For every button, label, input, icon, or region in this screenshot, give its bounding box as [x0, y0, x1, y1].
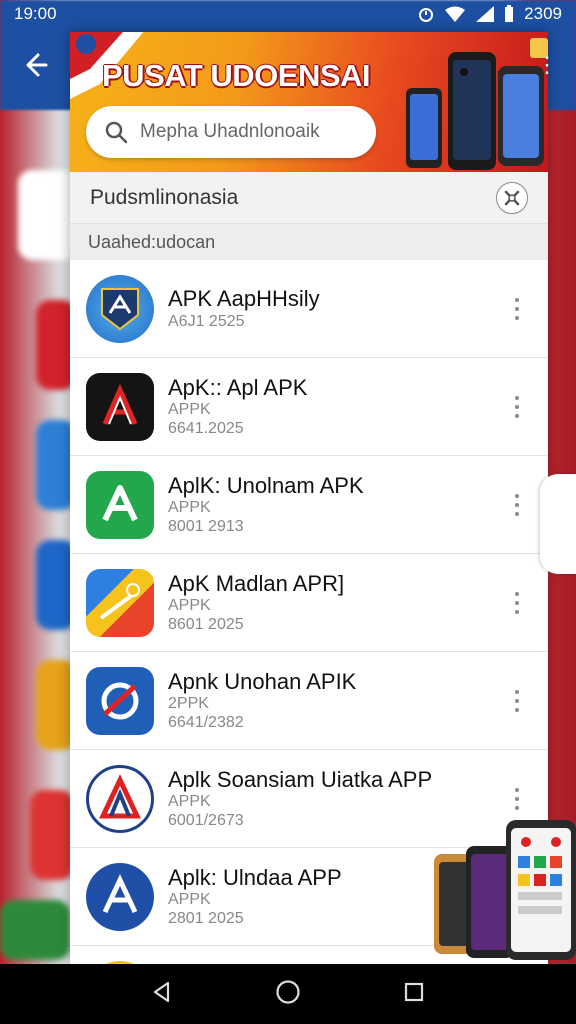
status-icons: 2309	[418, 4, 562, 24]
app-name: Apnk Unohan APIK	[168, 668, 357, 694]
status-time: 19:00	[14, 4, 57, 23]
app-info: AplK: Unolnam APK APPK 8001 2913	[168, 473, 364, 537]
search-input[interactable]	[140, 121, 370, 143]
banner: PUSAT UDOENSAI	[70, 32, 548, 172]
app-type: APPK	[168, 792, 211, 810]
app-icon	[86, 274, 154, 343]
subheader: Uaahed:udocan	[70, 224, 548, 260]
list-item[interactable]: Apnk Unohan APIK 2PPK 6641/2382	[70, 652, 548, 750]
app-icon	[86, 862, 154, 931]
app-name: Aplk Soansiam Uiatka APP	[168, 766, 433, 792]
triangle-back-icon	[154, 981, 170, 1002]
app-type: APPK	[168, 400, 211, 418]
app-type: APPK	[168, 498, 211, 516]
more-vertical-icon[interactable]	[512, 689, 522, 712]
background-tile	[30, 790, 74, 880]
app-icon	[86, 372, 154, 441]
navigation-bar	[0, 964, 576, 1024]
background-tile	[18, 170, 78, 260]
app-type: 2PPK	[168, 694, 209, 712]
app-info: Aplk Soansiam Uiatka APP APPK 6001/2673	[168, 767, 432, 831]
signal-icon	[476, 6, 495, 22]
app-info: Aplk: Ulndaa APP APPK 2801 2025	[168, 865, 342, 929]
arrow-left-icon	[26, 53, 48, 77]
app-date: A6J1 2525	[168, 312, 245, 330]
back-button[interactable]	[18, 48, 52, 87]
app-info: ApK:: Apl APK APPK 6641.2025	[168, 375, 307, 439]
app-type: APPK	[168, 596, 211, 614]
banner-title: PUSAT UDOENSAI	[102, 58, 371, 93]
list-item[interactable]: ApK:: Apl APK APPK 6641.2025	[70, 358, 548, 456]
status-bar: 19:00 2309	[0, 0, 576, 28]
more-vertical-icon[interactable]	[512, 395, 522, 418]
status-right-text: 2309	[524, 4, 562, 23]
list-item[interactable]: ApK Madlan APR] APPK 8601 2025	[70, 554, 548, 652]
app-info: APK AapHHsily A6J1 2525	[168, 286, 320, 332]
nav-recents-button[interactable]	[402, 980, 426, 1009]
section-title: Pudsmlinonasia	[90, 185, 239, 209]
app-date: 6641/2382	[168, 713, 244, 731]
logo-icon	[504, 190, 520, 205]
letter-a-icon	[102, 873, 138, 913]
app-name: ApK:: Apl APK	[168, 374, 308, 400]
app-name: ApK Madlan APR]	[168, 570, 345, 596]
app-name: Aplk: Ulndaa APP	[168, 864, 342, 890]
nav-home-button[interactable]	[275, 979, 301, 1010]
more-vertical-icon[interactable]	[512, 787, 522, 810]
app-name: APK AapHHsily	[168, 285, 320, 311]
shield-icon	[101, 287, 139, 330]
app-info: ApK Madlan APR] APPK 8601 2025	[168, 571, 344, 635]
letter-a-icon	[102, 484, 138, 521]
app-date: 8601 2025	[168, 615, 244, 633]
app-name: AplK: Unolnam APK	[168, 472, 364, 498]
alarm-icon	[419, 8, 434, 22]
search-bar[interactable]	[86, 106, 376, 158]
square-recents-icon	[404, 982, 423, 1001]
nav-back-button[interactable]	[150, 980, 174, 1009]
more-vertical-icon[interactable]	[512, 591, 522, 614]
app-icon	[86, 666, 154, 735]
app-info: Apnk Unohan APIK 2PPK 6641/2382	[168, 669, 356, 733]
map-icon	[99, 582, 141, 620]
phones-promo-illustration	[434, 820, 576, 960]
background-tile	[0, 900, 70, 960]
app-date: 8001 2913	[168, 517, 244, 535]
app-icon	[86, 470, 154, 539]
phones-illustration	[406, 38, 548, 170]
letter-a-icon	[102, 383, 138, 425]
app-date: 2801 2025	[168, 909, 244, 927]
app-date: 6001/2673	[168, 811, 244, 829]
circle-home-icon	[276, 979, 300, 1004]
section-header: Pudsmlinonasia	[70, 172, 548, 224]
emblem-icon	[99, 773, 141, 818]
side-handle[interactable]	[540, 474, 576, 574]
app-icon	[86, 764, 154, 833]
list-item[interactable]: APK AapHHsily A6J1 2525	[70, 260, 548, 358]
battery-icon	[505, 5, 514, 22]
background-menu-icon: ⋮	[536, 52, 558, 77]
app-date: 6641.2025	[168, 419, 244, 437]
more-vertical-icon[interactable]	[512, 297, 522, 320]
app-type: APPK	[168, 890, 211, 908]
search-icon	[105, 121, 128, 144]
more-vertical-icon[interactable]	[512, 493, 522, 516]
app-icon	[86, 568, 154, 637]
section-action-button[interactable]	[496, 181, 528, 214]
wifi-icon	[445, 6, 466, 22]
no-entry-icon	[101, 682, 139, 719]
list-item[interactable]: AplK: Unolnam APK APPK 8001 2913	[70, 456, 548, 554]
